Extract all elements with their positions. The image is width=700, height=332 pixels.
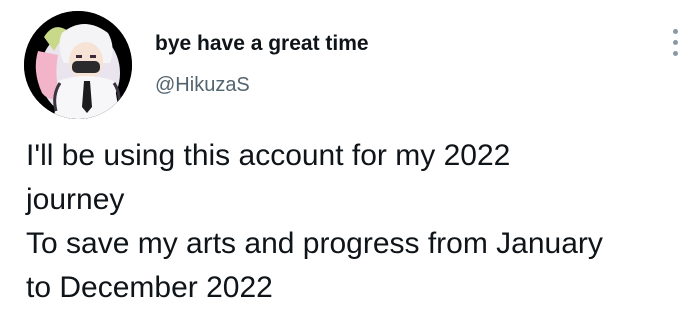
tweet-text-line: journey: [26, 183, 125, 216]
more-options-icon: [673, 40, 678, 45]
more-options-icon: [673, 51, 678, 56]
tweet-text-line: To save my arts and progress from Januar…: [26, 227, 603, 260]
avatar[interactable]: [24, 11, 132, 119]
anime-character-avatar-icon: [24, 11, 132, 119]
tweet-text: I'll be using this account for my 2022 j…: [26, 134, 691, 310]
more-options-icon: [673, 29, 678, 34]
user-handle[interactable]: @HikuzaS: [155, 74, 250, 97]
more-options-button[interactable]: [666, 26, 686, 60]
tweet-text-line: to December 2022: [26, 271, 273, 304]
tweet-text-line: I'll be using this account for my 2022: [26, 139, 511, 172]
display-name[interactable]: bye have a great time: [155, 32, 369, 56]
